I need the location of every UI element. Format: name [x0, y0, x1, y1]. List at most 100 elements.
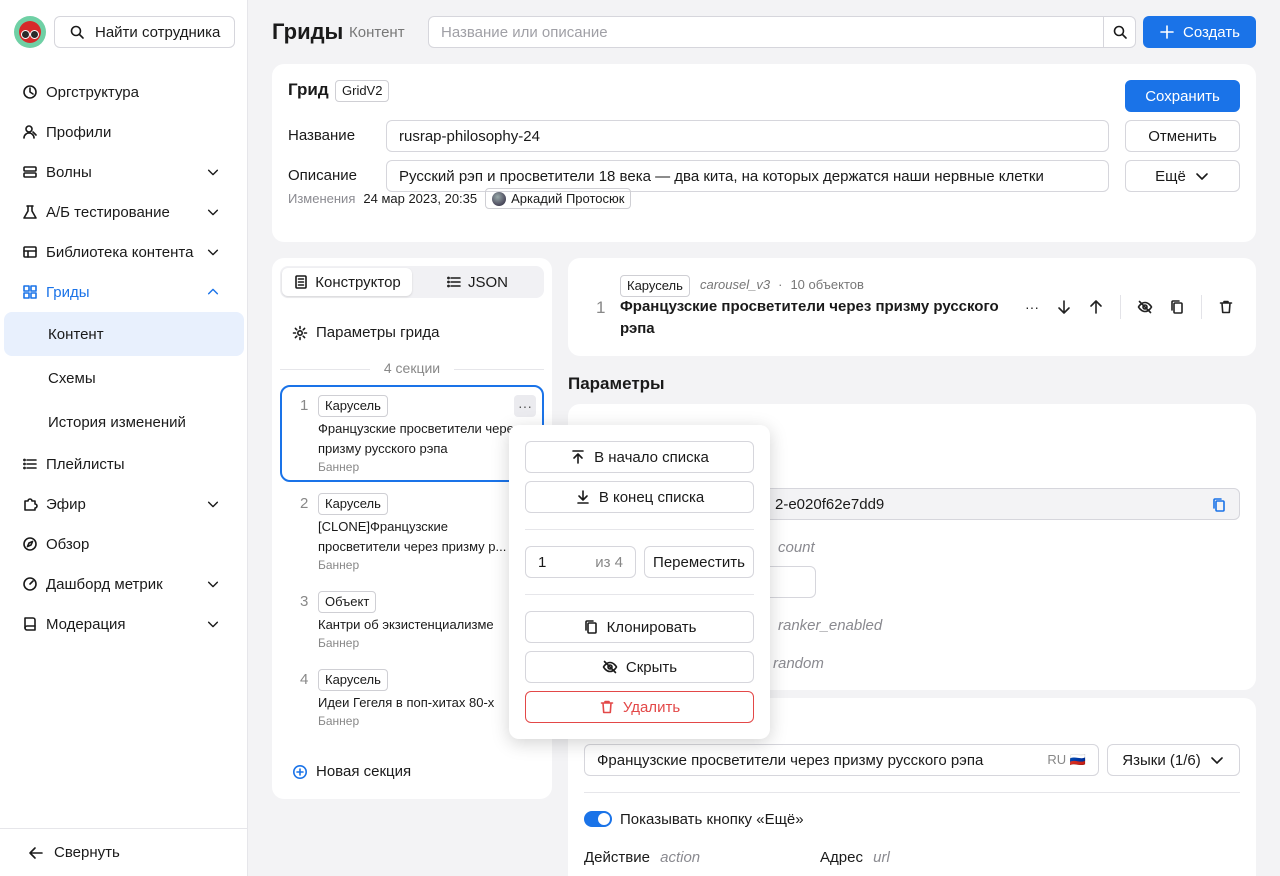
- chevron-up-icon[interactable]: [206, 285, 220, 299]
- view-tabs: Конструктор JSON: [280, 266, 544, 298]
- address-label: Адрес url: [820, 849, 890, 866]
- create-button[interactable]: Создать: [1143, 16, 1256, 48]
- sidebar-subitem-schemes[interactable]: Схемы: [4, 356, 244, 400]
- chevron-down-icon[interactable]: [206, 497, 220, 511]
- position-input[interactable]: 1 из 4: [525, 546, 636, 578]
- chevron-down-icon[interactable]: [206, 205, 220, 219]
- move-up-button[interactable]: [1080, 295, 1112, 319]
- section-number: 1: [596, 298, 606, 317]
- document-icon: [295, 275, 308, 289]
- divider: [584, 792, 1240, 793]
- chevron-down-icon[interactable]: [206, 577, 220, 591]
- id-value: 2-e020f62e7dd9: [775, 495, 885, 513]
- address-key: url: [873, 849, 890, 866]
- author-name: Аркадий Протосюк: [511, 191, 625, 206]
- tab-constructor[interactable]: Конструктор: [282, 268, 412, 296]
- section-item[interactable]: 1 Карусель Французские просветители чере…: [280, 385, 544, 482]
- new-section-button[interactable]: Новая секция: [292, 763, 411, 780]
- section-type-chip: Карусель: [318, 493, 388, 515]
- sidebar-item-label: Библиотека контента: [46, 243, 194, 261]
- section-item[interactable]: 2 Карусель [CLONE]Французские просветите…: [280, 483, 544, 582]
- sidebar-item-overview[interactable]: Обзор: [0, 524, 248, 564]
- section-number: 3: [300, 593, 309, 610]
- app-logo[interactable]: [14, 16, 46, 48]
- clone-button[interactable]: Клонировать: [525, 611, 754, 643]
- chevron-down-icon[interactable]: [206, 245, 220, 259]
- avatar: [492, 191, 507, 206]
- sidebar-item-orgstructure[interactable]: Оргструктура: [0, 72, 248, 112]
- name-field[interactable]: rusrap-philosophy-24: [386, 120, 1109, 152]
- hide-button[interactable]: Скрыть: [525, 651, 754, 683]
- more-actions-button[interactable]: ···: [1016, 295, 1048, 319]
- move-to-start-button[interactable]: В начало списка: [525, 441, 754, 473]
- list-icon: [447, 276, 461, 288]
- clone-button[interactable]: [1161, 295, 1193, 319]
- sidebar: Найти сотрудника Оргструктура Профили Во…: [0, 0, 248, 876]
- section-item[interactable]: 3 Объект Кантри об экзистенциализме Банн…: [280, 581, 544, 660]
- find-employee-button[interactable]: Найти сотрудника: [54, 16, 235, 48]
- sidebar-item-profiles[interactable]: Профили: [0, 112, 248, 152]
- sidebar-nav: Оргструктура Профили Волны А/Б тестирова…: [0, 72, 248, 644]
- sidebar-item-broadcast[interactable]: Эфир: [0, 484, 248, 524]
- plus-circle-icon: [293, 764, 307, 779]
- title-field[interactable]: Французские просветители через призму ру…: [584, 744, 1099, 776]
- move-to-end-button[interactable]: В конец списка: [525, 481, 754, 513]
- cancel-button[interactable]: Отменить: [1125, 120, 1240, 152]
- chevron-down-icon: [1196, 173, 1208, 180]
- section-kind: Баннер: [318, 558, 360, 572]
- chevron-down-icon[interactable]: [206, 617, 220, 631]
- author-chip[interactable]: Аркадий Протосюк: [485, 188, 632, 209]
- show-more-toggle[interactable]: [584, 811, 612, 827]
- collapse-sidebar-button[interactable]: Свернуть: [0, 828, 248, 876]
- tab-json[interactable]: JSON: [412, 268, 542, 296]
- gauge-icon: [23, 577, 37, 591]
- section-more-button[interactable]: ···: [514, 395, 536, 417]
- save-button[interactable]: Сохранить: [1125, 80, 1240, 112]
- page-subtitle: Контент: [349, 24, 405, 41]
- random-key: random: [773, 655, 824, 672]
- sidebar-item-content-library[interactable]: Библиотека контента: [0, 232, 248, 272]
- name-label: Название: [288, 127, 356, 144]
- section-kind: Баннер: [318, 636, 360, 650]
- divider: [1120, 295, 1121, 319]
- list-icon: [23, 458, 37, 470]
- sidebar-item-grids[interactable]: Гриды: [0, 272, 248, 312]
- move-button[interactable]: Переместить: [644, 546, 754, 578]
- section-kind: Баннер: [318, 460, 360, 474]
- grid-params-button[interactable]: Параметры грида: [292, 324, 439, 341]
- sidebar-item-waves[interactable]: Волны: [0, 152, 248, 192]
- section-meta: carousel_v3 · 10 объектов: [700, 277, 864, 292]
- search-box: [428, 16, 1136, 48]
- changes-label: Изменения: [288, 191, 356, 206]
- sidebar-item-moderation[interactable]: Модерация: [0, 604, 248, 644]
- move-down-button[interactable]: [1048, 295, 1080, 319]
- divider: [1201, 295, 1202, 319]
- sidebar-item-metrics-dashboard[interactable]: Дашборд метрик: [0, 564, 248, 604]
- position-total: из 4: [595, 553, 623, 571]
- search-button[interactable]: [1103, 17, 1135, 47]
- page-title: Гриды: [272, 19, 344, 44]
- section-title: Французские просветители через призму ру…: [620, 298, 999, 337]
- chevron-down-icon[interactable]: [206, 165, 220, 179]
- delete-button[interactable]: Удалить: [525, 691, 754, 723]
- more-button[interactable]: Ещё: [1125, 160, 1240, 192]
- sidebar-item-ab-testing[interactable]: А/Б тестирование: [0, 192, 248, 232]
- search-input[interactable]: [429, 17, 1103, 47]
- sidebar-subitem-content[interactable]: Контент: [4, 312, 244, 356]
- sidebar-subitem-history[interactable]: История изменений: [4, 400, 244, 444]
- languages-dropdown[interactable]: Языки (1/6): [1107, 744, 1240, 776]
- copy-icon[interactable]: [1211, 497, 1227, 513]
- library-icon: [23, 246, 37, 258]
- section-type-chip: Карусель: [318, 669, 388, 691]
- title-value: Французские просветители через призму ру…: [597, 751, 984, 769]
- section-number: 4: [300, 671, 309, 688]
- section-item[interactable]: 4 Карусель Идеи Гегеля в поп-хитах 80-х …: [280, 659, 544, 738]
- eye-off-icon: [1137, 300, 1153, 314]
- arrow-left-icon: [29, 846, 43, 859]
- hide-button[interactable]: [1129, 295, 1161, 319]
- tab-label: Конструктор: [315, 273, 401, 291]
- sidebar-item-playlists[interactable]: Плейлисты: [0, 444, 248, 484]
- section-actions-popup: В начало списка В конец списка 1 из 4 Пе…: [509, 425, 770, 739]
- delete-button[interactable]: [1210, 295, 1242, 319]
- position-value: 1: [538, 553, 547, 571]
